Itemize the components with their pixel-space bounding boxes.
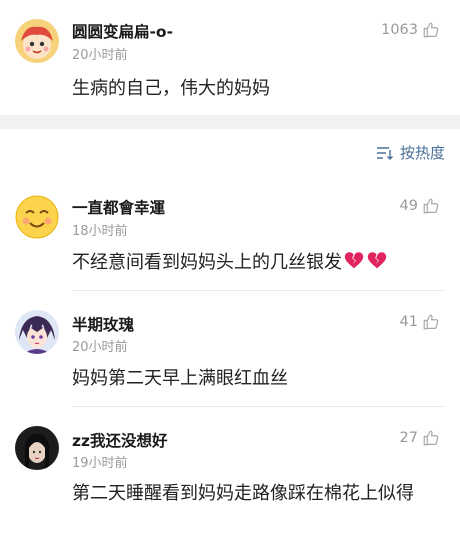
comment-item: 半期玫瑰 20小时前 41 妈妈第二天早上满眼红血丝	[0, 300, 460, 405]
thumbs-up-icon	[422, 313, 440, 331]
like-button[interactable]: 41	[400, 313, 440, 331]
avatar[interactable]	[15, 310, 59, 354]
comment-item: 圆圆变扁扁-o- 20小时前 1063 生病的自己，伟大的妈妈	[0, 0, 460, 115]
like-count: 1063	[381, 22, 418, 38]
comment-text: 妈妈第二天早上满眼红血丝	[72, 368, 288, 389]
avatar[interactable]	[15, 195, 59, 239]
like-button[interactable]: 27	[400, 429, 440, 447]
sort-icon	[376, 146, 394, 160]
like-count: 41	[399, 314, 418, 330]
broken-heart-icon	[343, 249, 365, 271]
avatar[interactable]	[15, 19, 59, 63]
comment-item: 一直都會幸運 18小时前 49 不经意间看到妈妈头上的几丝银发	[0, 185, 460, 290]
timestamp: 20小时前	[72, 48, 128, 63]
thumbs-up-icon	[422, 197, 440, 215]
avatar[interactable]	[15, 426, 59, 470]
row-divider	[72, 406, 446, 407]
sort-label: 按热度	[399, 144, 445, 162]
timestamp: 20小时前	[72, 340, 128, 355]
username[interactable]: 半期玫瑰	[72, 313, 134, 335]
row-divider	[72, 290, 446, 291]
comment-item: zz我还没想好 19小时前 27 第二天睡醒看到妈妈走路像踩在棉花上似得	[0, 416, 460, 545]
comment-text: 第二天睡醒看到妈妈走路像踩在棉花上似得	[72, 483, 414, 504]
like-count: 27	[399, 430, 418, 446]
thumbs-up-icon	[422, 21, 440, 39]
comment-text: 生病的自己，伟大的妈妈	[72, 78, 270, 99]
comment-text: 不经意间看到妈妈头上的几丝银发	[72, 249, 438, 277]
sort-button[interactable]: 按热度	[376, 142, 445, 163]
timestamp: 18小时前	[72, 224, 128, 239]
like-button[interactable]: 49	[400, 197, 440, 215]
timestamp: 19小时前	[72, 456, 128, 471]
username[interactable]: 一直都會幸運	[72, 196, 165, 218]
like-count: 49	[399, 198, 418, 214]
username[interactable]: zz我还没想好	[72, 429, 168, 451]
section-divider	[0, 115, 460, 129]
comment-text-content: 不经意间看到妈妈头上的几丝银发	[72, 252, 342, 273]
username[interactable]: 圆圆变扁扁-o-	[72, 20, 173, 42]
like-button[interactable]: 1063	[381, 21, 440, 39]
broken-heart-icon	[366, 249, 388, 271]
thumbs-up-icon	[422, 429, 440, 447]
